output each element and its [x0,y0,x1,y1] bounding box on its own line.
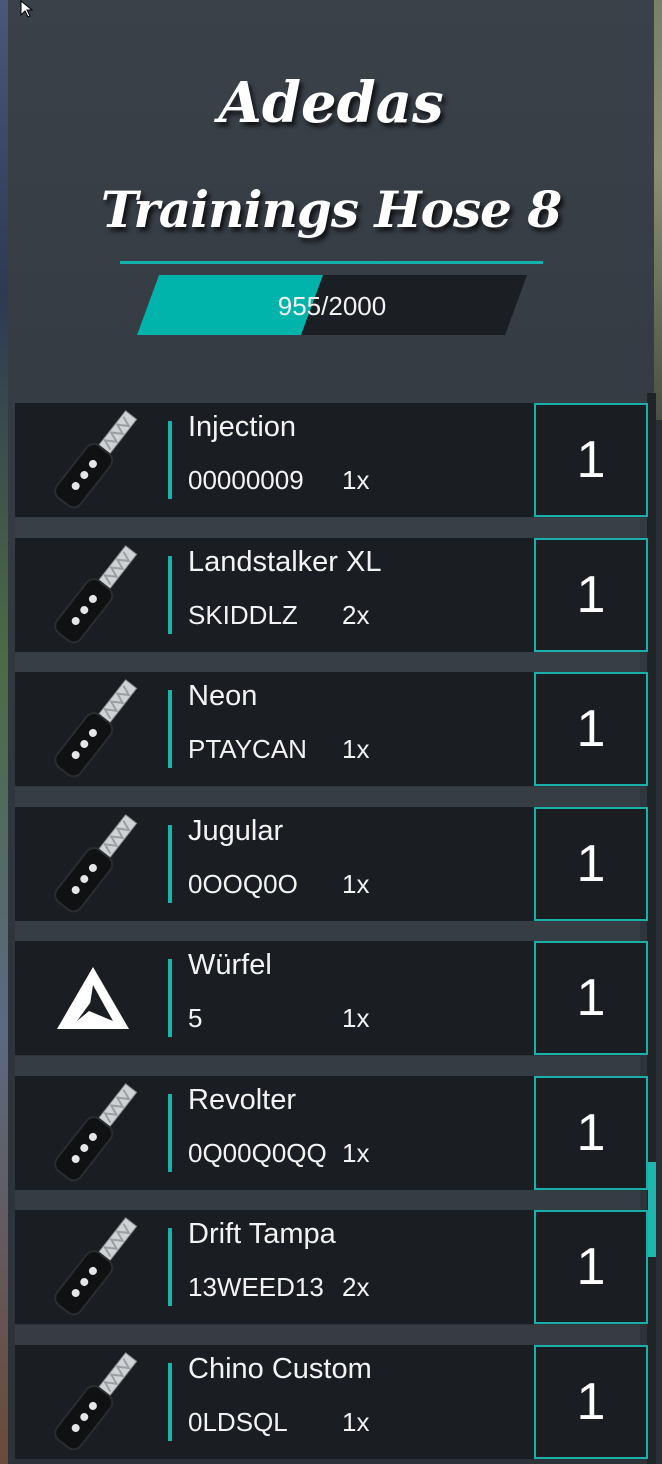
car-key-icon [37,403,155,517]
quantity-value: 1 [576,566,606,624]
quantity-box[interactable]: 1 [534,1076,648,1190]
item-name: Chino Custom [188,1353,372,1385]
inventory-item-row[interactable]: Landstalker XL SKIDDLZ 2x 1 [15,538,648,652]
row-gap [15,652,640,672]
item-count: 1x [342,869,370,899]
item-plate: 0LDSQL [188,1407,288,1437]
row-gap [15,1056,640,1076]
item-name: Jugular [188,815,284,847]
car-key-icon [37,1345,155,1459]
item-separator [168,959,172,1037]
item-title-line1: Adedas [218,70,444,136]
item-name: Drift Tampa [188,1218,336,1250]
weight-progress-bar: 955/2000 [137,275,527,335]
item-separator [168,1094,172,1172]
quantity-value: 1 [576,1238,606,1296]
item-count: 1x [342,1003,370,1033]
item-count: 1x [342,1138,370,1168]
quantity-value: 1 [576,1104,606,1162]
quantity-value: 1 [576,700,606,758]
row-gap [15,787,640,807]
car-key-icon [37,538,155,652]
car-key-icon [37,1210,155,1324]
item-count: 1x [342,465,370,495]
list-scrollbar-thumb[interactable] [648,1162,656,1257]
item-separator [168,825,172,903]
item-plate: 0Q00Q0QQ [188,1138,327,1168]
quantity-value: 1 [576,969,606,1027]
inventory-item-row[interactable]: Injection 00000009 1x 1 [15,403,648,517]
row-gap [15,921,640,941]
car-key-icon [37,672,155,786]
triangle-logo-icon [37,941,155,1055]
inventory-item-row[interactable]: Drift Tampa 13WEED13 2x 1 [15,1210,648,1324]
row-gap [15,1190,640,1210]
inventory-item-row[interactable]: Neon PTAYCAN 1x 1 [15,672,648,786]
item-name: Landstalker XL [188,546,382,578]
quantity-value: 1 [576,835,606,893]
mouse-cursor-icon [20,0,34,18]
quantity-box[interactable]: 1 [534,672,648,786]
quantity-box[interactable]: 1 [534,1345,648,1459]
item-name: Revolter [188,1084,296,1116]
item-plate: 13WEED13 [188,1272,324,1302]
item-plate: 5 [188,1003,203,1033]
item-name: Injection [188,411,297,443]
row-gap [15,518,640,538]
row-gap [15,1325,640,1345]
car-key-icon [37,1076,155,1190]
progress-label: 955/2000 [277,291,387,321]
item-separator [168,556,172,634]
item-separator [168,421,172,499]
item-plate: 0OOQ0O [188,869,298,899]
item-separator [168,690,172,768]
quantity-box[interactable]: 1 [534,1210,648,1324]
title-underline [120,261,543,264]
quantity-box[interactable]: 1 [534,807,648,921]
list-scrollbar[interactable] [647,393,656,1464]
item-count: 2x [342,600,370,630]
quantity-box[interactable]: 1 [534,941,648,1055]
item-count: 1x [342,734,370,764]
inventory-item-row[interactable]: Jugular 0OOQ0O 1x 1 [15,807,648,921]
item-title-line2: Trainings Hose 8 [100,180,562,239]
item-name: Würfel [188,949,272,981]
inventory-item-row[interactable]: Revolter 0Q00Q0QQ 1x 1 [15,1076,648,1190]
inventory-item-row[interactable]: Chino Custom 0LDSQL 1x 1 [15,1345,648,1459]
item-plate: PTAYCAN [188,734,307,764]
item-name: Neon [188,680,258,712]
item-plate: SKIDDLZ [188,600,298,630]
item-count: 2x [342,1272,370,1302]
car-key-icon [37,807,155,921]
quantity-box[interactable]: 1 [534,403,648,517]
quantity-value: 1 [576,431,606,489]
item-separator [168,1228,172,1306]
quantity-box[interactable]: 1 [534,538,648,652]
inventory-item-row[interactable]: Würfel 5 1x 1 [15,941,648,1055]
item-count: 1x [342,1407,370,1437]
item-plate: 00000009 [188,465,304,495]
item-separator [168,1363,172,1441]
quantity-value: 1 [576,1373,606,1431]
